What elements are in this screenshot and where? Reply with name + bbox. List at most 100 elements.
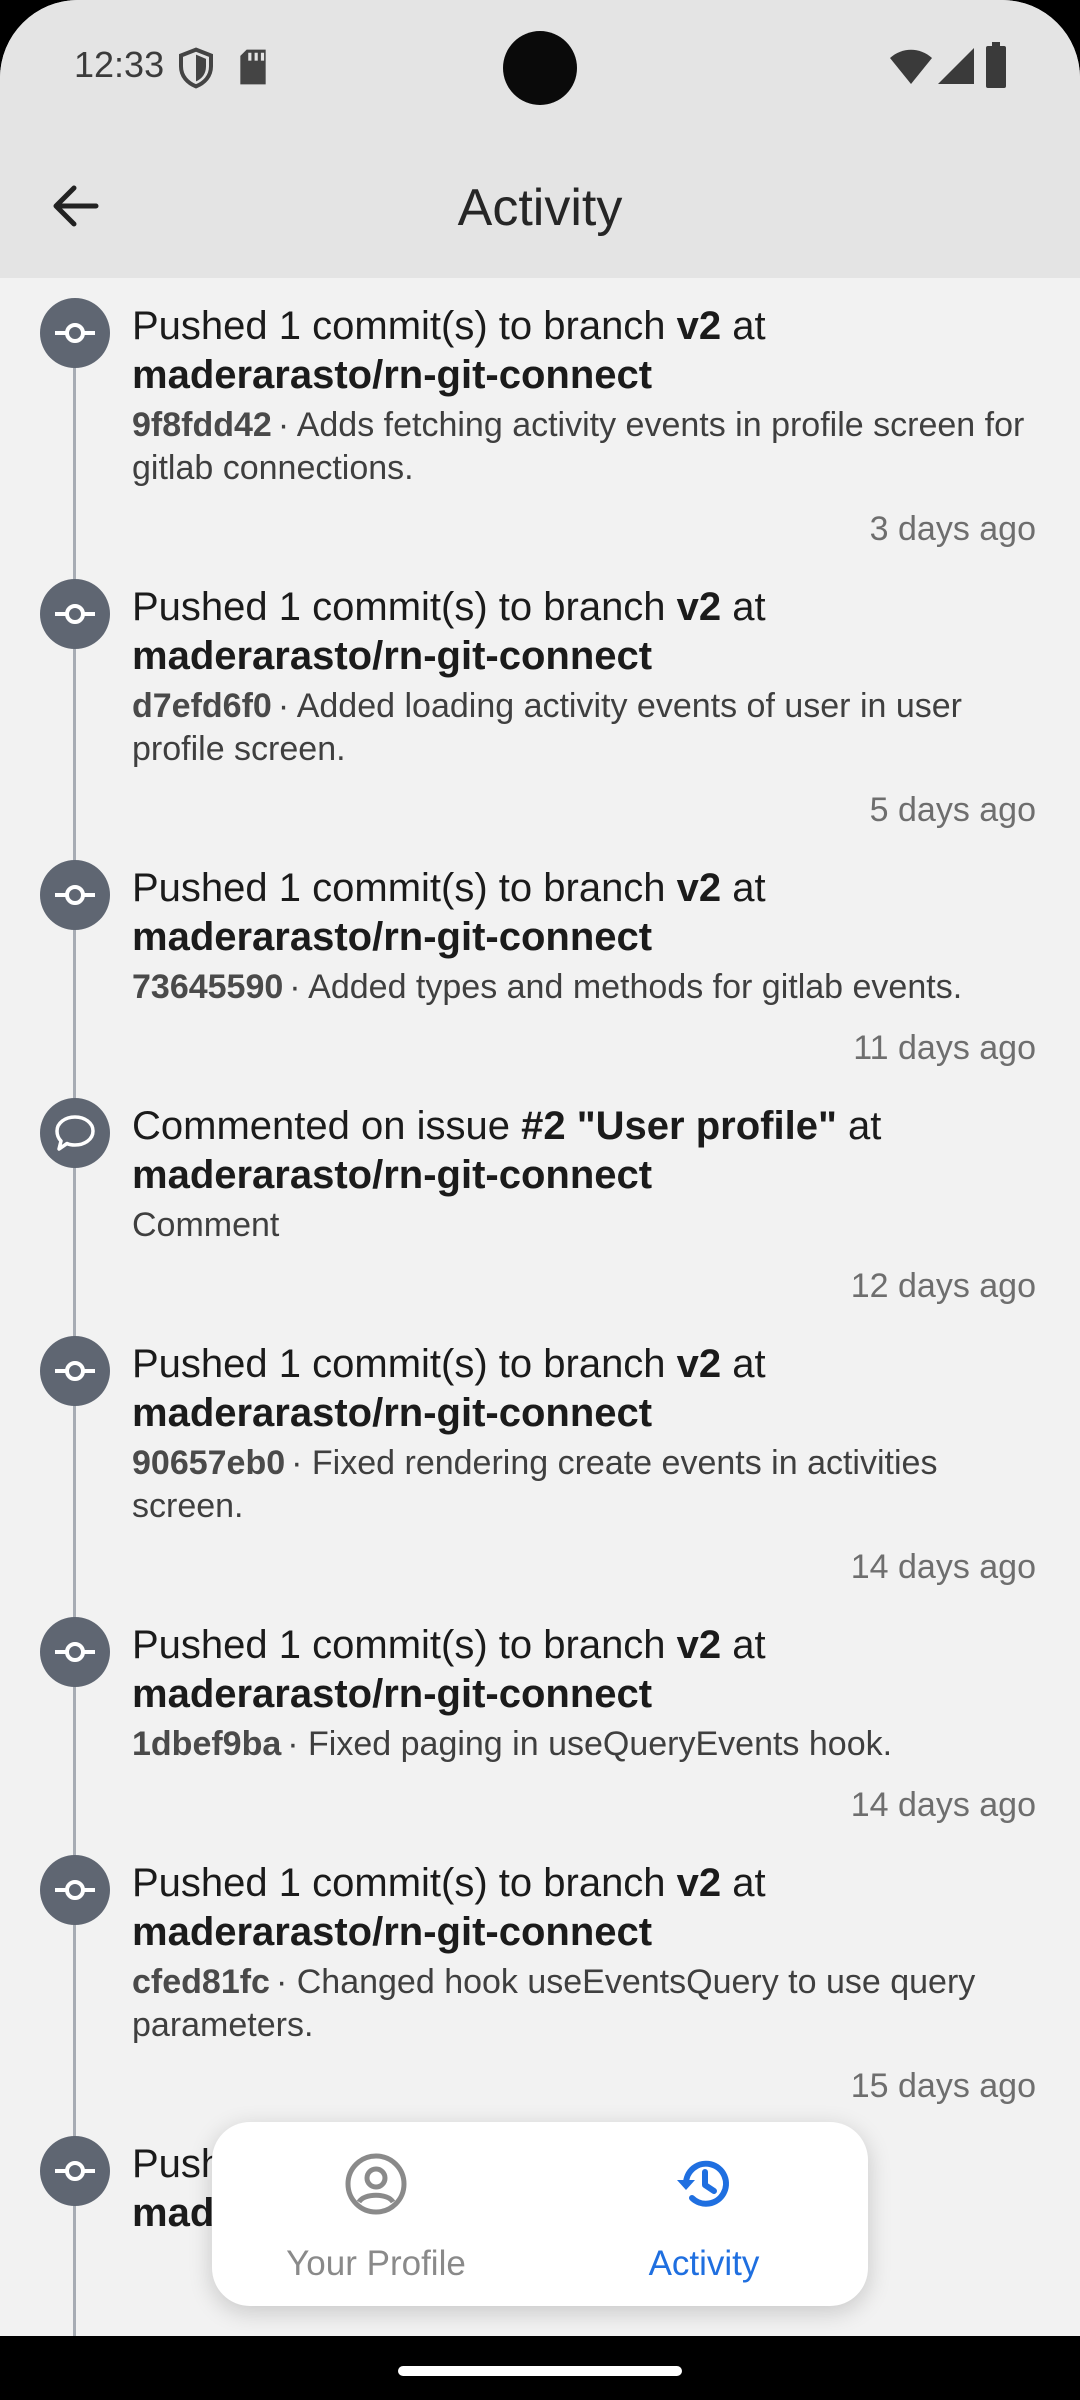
event-suffix: at [721,866,766,910]
event-type-badge [40,860,110,930]
nav-label-your-profile: Your Profile [286,2244,466,2283]
event-detail: Comment [132,1204,1036,1247]
commit-icon [55,885,95,905]
front-camera [503,31,577,105]
commit-sha: d7efd6f0 [132,687,272,725]
history-icon [677,2160,729,2207]
battery-icon [986,42,1006,88]
event-type-badge [40,1336,110,1406]
commit-sha: 9f8fdd42 [132,406,272,444]
event-message: Comment [132,1206,280,1244]
event-target: v2 [676,585,722,629]
event-action: Pushed 1 commit(s) to branch [132,585,677,629]
event-target: v2 [676,866,722,910]
shield-icon [179,47,213,89]
activity-event[interactable]: Pushed 1 commit(s) to branch v2 atmadera… [0,840,1080,1078]
event-type-badge [40,2136,110,2206]
event-timestamp: 14 days ago [850,1786,1036,1824]
nav-item-your-profile[interactable]: Your Profile [212,2122,540,2306]
event-type-badge [40,298,110,368]
event-timestamp: 11 days ago [853,1029,1036,1067]
event-list: Pushed 1 commit(s) to branch v2 at madera… [0,278,1080,2238]
event-detail: d7efd6f0 · Added loading activity events … [132,685,1036,771]
event-title: Pushed 1 commit(s) to branch v2 atmadera… [132,1835,1036,1957]
event-detail: 73645590 · Added types and methods for gi… [132,966,1036,1009]
event-suffix: at [721,1623,766,1667]
account-circle-icon [345,2153,407,2215]
activity-event[interactable]: Pushed 1 commit(s) to branch v2 atmadera… [0,1597,1080,1835]
event-title: Pushed 1 commit(s) to branch v2 atmadera… [132,559,1036,681]
event-detail: 90657eb0 · Fixed rendering create events … [132,1442,1036,1528]
event-suffix: at [721,304,766,348]
event-action: Pushed 1 commit(s) to branch [132,1861,677,1905]
gesture-bar[interactable] [398,2366,682,2376]
event-message: · Added types and methods for gitlab eve… [289,968,963,1006]
bottom-navigation: Your Profile Activity [212,2122,868,2306]
event-suffix: at [721,1861,766,1905]
event-title: Pushed 1 commit(s) to branch v2 atmadera… [132,840,1036,962]
event-action: Pushed 1 commit(s) to branch [132,1342,677,1386]
repo-name[interactable]: maderarasto/rn-git-connect [132,913,1036,962]
status-bar: 12:33 [0,0,1080,130]
event-target: v2 [676,1861,722,1905]
screen: 12:33 Activity Pushed 1 commit(s) to bra… [0,0,1080,2336]
wifi-icon [890,49,932,84]
activity-event[interactable]: Pushed 1 commit(s) to branch v2 atmadera… [0,278,1080,559]
event-detail: cfed81fc · Changed hook useEventsQuery to… [132,1961,1036,2047]
status-time: 12:33 [74,44,165,85]
event-timestamp: 12 days ago [850,1267,1036,1305]
event-type-badge [40,1617,110,1687]
commit-sha: cfed81fc [132,1963,270,2001]
commit-icon [55,2161,95,2181]
event-type-badge [40,1855,110,1925]
event-action: Pushed 1 commit(s) to branch [132,866,677,910]
event-type-badge [40,1098,110,1168]
nav-label-activity: Activity [648,2244,760,2283]
event-timestamp: 5 days ago [869,791,1036,829]
event-suffix: at [721,1342,766,1386]
event-detail: 1dbef9ba · Fixed paging in useQueryEvents… [132,1723,1036,1766]
activity-event[interactable]: Commented on issue #2 "User profile" at m… [0,1078,1080,1316]
event-target: v2 [676,1342,722,1386]
activity-event[interactable]: Pushed 1 commit(s) to branch v2 atmadera… [0,559,1080,840]
activity-feed[interactable]: Pushed 1 commit(s) to branch v2 at madera… [0,278,1080,2336]
commit-icon [55,1361,95,1381]
repo-name[interactable]: maderarasto/rn-git-connect [132,351,1036,400]
event-message: · Fixed paging in useQueryEvents hook. [287,1725,893,1763]
event-suffix: at [721,585,766,629]
event-type-badge [40,579,110,649]
nav-item-activity[interactable]: Activity [540,2122,868,2306]
commit-sha: 90657eb0 [132,1444,286,1482]
repo-name[interactable]: maderarasto/rn-git-connect [132,1670,1036,1719]
event-detail: 9f8fdd42 · Adds fetching activity events … [132,404,1036,490]
event-timestamp: 3 days ago [869,510,1036,548]
event-suffix: at [836,1104,882,1148]
commit-icon [55,1642,95,1662]
event-title: Commented on issue #2 "User profile" at m… [132,1078,1036,1200]
sd-card-icon [240,49,266,85]
page-title: Activity [457,179,623,237]
event-timestamp: 14 days ago [850,1548,1036,1586]
event-target: v2 [676,304,722,348]
event-action: Pushed 1 commit(s) to branch [132,304,677,348]
event-title: Pushed 1 commit(s) to branch v2 atmadera… [132,278,1036,400]
commit-sha: 1dbef9ba [132,1725,282,1763]
event-target: #2 "User profile" [521,1104,837,1148]
event-title: Pushed 1 commit(s) to branch v2 atmadera… [132,1316,1036,1438]
activity-event[interactable]: Pushed 1 commit(s) to branch v2 atmadera… [0,1835,1080,2116]
app-bar: Activity [0,130,1080,278]
repo-name[interactable]: maderarasto/rn-git-connect [132,1908,1036,1957]
signal-icon [938,48,974,84]
event-action: Pushed 1 commit(s) to branch [132,1623,677,1667]
event-title: Pushed 1 commit(s) to branch v2 atmadera… [132,1597,1036,1719]
repo-name[interactable]: maderarasto/rn-git-connect [132,1389,1036,1438]
activity-event[interactable]: Pushed 1 commit(s) to branch v2 atmadera… [0,1316,1080,1597]
commit-icon [55,604,95,624]
repo-name[interactable]: maderarasto/rn-git-connect [132,632,1036,681]
event-action: Commented on issue [132,1104,522,1148]
repo-name[interactable]: maderarasto/rn-git-connect [132,1151,1036,1200]
event-timestamp: 15 days ago [850,2067,1036,2105]
commit-icon [55,1880,95,1900]
comment-icon [55,1115,95,1151]
event-target: v2 [676,1623,722,1667]
